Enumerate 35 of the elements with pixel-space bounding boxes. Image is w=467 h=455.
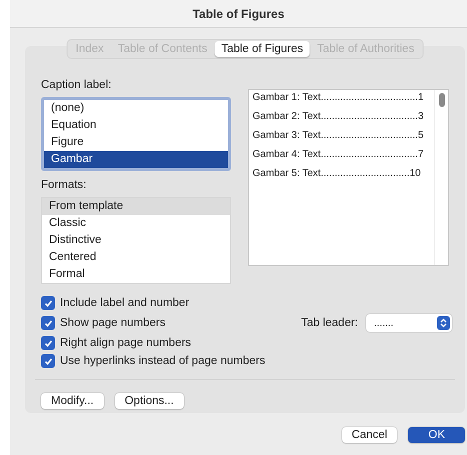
tab[interactable]: Table of Figures [214, 41, 310, 57]
checkbox-label: Use hyperlinks instead of page numbers [60, 355, 266, 367]
checkbox[interactable] [41, 336, 55, 350]
caption-label-text: Caption label: [41, 79, 112, 91]
checkbox-label: Right align page numbers [60, 337, 192, 349]
panel-button[interactable]: Options... [114, 393, 184, 409]
checkbox[interactable] [41, 354, 55, 368]
checkbox-option[interactable]: Show page numbers [41, 316, 166, 330]
tab-leader-label: Tab leader: [301, 317, 358, 329]
checkbox-option[interactable]: Use hyperlinks instead of page numbers [41, 354, 266, 368]
preview-entry: Gambar 3: Text...................................5 [252, 130, 425, 141]
tab-leader-select[interactable]: ....... [366, 314, 452, 332]
checkbox-option[interactable]: Include label and number [41, 296, 190, 310]
formats-label: Formats: [41, 179, 88, 191]
ok-button[interactable]: OK [408, 427, 465, 443]
checkbox[interactable] [41, 296, 55, 310]
preview-entry: Gambar 4: Text...................................7 [252, 149, 425, 160]
scroll-thumb[interactable] [438, 93, 444, 107]
panel-button[interactable]: Modify... [41, 393, 104, 409]
cancel-button[interactable]: Cancel [342, 427, 398, 443]
list-item[interactable]: Gambar [44, 151, 228, 168]
preview-entry: Gambar 1: Text...................................1 [252, 92, 425, 103]
checkbox[interactable] [41, 316, 55, 330]
formats-list[interactable]: From template Classic Distinctive Centered Formal [41, 197, 231, 284]
caption-list[interactable]: (none) Equation Figure Gambar [41, 97, 231, 171]
checkbox-label: Include label and number [60, 297, 190, 309]
preview-entry: Gambar 5: Text................................10 [252, 168, 422, 179]
checkbox-label: Show page numbers [60, 317, 166, 329]
checkmark-icon [44, 318, 52, 328]
window-title: Table of Figures [192, 6, 284, 20]
checkmark-icon [44, 298, 52, 308]
preview-entry: Gambar 2: Text...................................3 [252, 111, 425, 122]
stepper-icon [437, 316, 450, 330]
list-item[interactable]: From template [42, 198, 230, 215]
checkbox-option[interactable]: Right align page numbers [41, 336, 192, 350]
